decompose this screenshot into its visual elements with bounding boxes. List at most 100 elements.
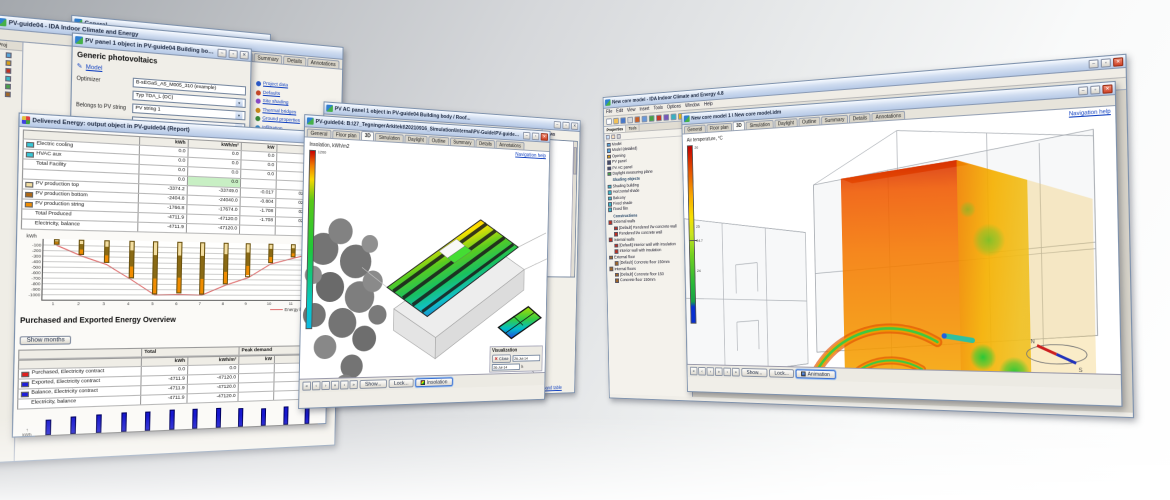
paging-button[interactable]: › — [321, 380, 330, 391]
toolbar-icon[interactable] — [606, 117, 612, 125]
menu-item[interactable]: Tools — [653, 105, 663, 111]
menu-item[interactable]: View — [627, 107, 636, 113]
toolbar-icon[interactable] — [627, 116, 633, 124]
paging-button[interactable]: ‹ — [698, 366, 706, 376]
tab[interactable]: Summary — [449, 137, 475, 147]
paging-button[interactable]: » — [714, 367, 723, 377]
date-to-field[interactable]: 26-Jul-14 — [491, 363, 520, 371]
minimize-button[interactable]: – — [1088, 58, 1099, 69]
close-visualization-button[interactable]: ✕ Close — [491, 354, 512, 364]
toolbar-icon[interactable] — [641, 115, 648, 122]
lock-button[interactable]: Lock... — [388, 378, 414, 389]
paging-button[interactable]: » — [731, 367, 740, 377]
tab[interactable]: Outline — [428, 136, 450, 146]
toolbar-icon[interactable] — [648, 114, 655, 122]
maximize-button[interactable]: ▫ — [1100, 57, 1111, 68]
show-button[interactable]: Show... — [359, 379, 388, 389]
close-icon[interactable]: ✕ — [1102, 83, 1113, 94]
field-label: Optimizer — [76, 74, 101, 84]
toolbar-icon[interactable] — [656, 114, 662, 121]
menu-item[interactable]: Options — [667, 104, 681, 111]
menu-item[interactable]: File — [606, 109, 612, 115]
toolbar-icon[interactable] — [613, 117, 619, 125]
palette-icon[interactable] — [4, 91, 11, 98]
maximize-button[interactable]: ▫ — [531, 131, 540, 140]
toolbar-icon[interactable] — [620, 116, 626, 124]
object-icon — [614, 243, 618, 248]
model-link[interactable]: Model — [86, 64, 103, 72]
toolbar-icon[interactable] — [670, 112, 677, 120]
new-object-icon[interactable] — [605, 134, 610, 140]
insolation-toggle-button[interactable]: Insolation — [415, 377, 453, 388]
paging-button[interactable]: » — [330, 380, 340, 390]
general-link[interactable]: Site shading — [263, 99, 289, 106]
paging-button[interactable]: › — [706, 367, 715, 376]
palette-tab[interactable]: Proj — [0, 40, 23, 52]
minimize-button[interactable]: – — [553, 120, 561, 129]
toolbar-icon[interactable] — [663, 113, 670, 121]
object-icon — [607, 190, 612, 195]
paging-button[interactable]: « — [302, 381, 312, 391]
tab[interactable]: Details — [848, 113, 872, 123]
y-axis-label: ↑ kWh — [22, 427, 32, 438]
palette-icon[interactable] — [5, 75, 12, 82]
palette-icon[interactable] — [5, 67, 12, 74]
close-icon[interactable]: ✕ — [540, 132, 549, 141]
palette-icon[interactable] — [5, 83, 11, 90]
minimize-button[interactable]: – — [217, 48, 227, 58]
tab[interactable]: 3D — [732, 120, 746, 131]
general-link[interactable]: Defaults — [263, 90, 280, 96]
maximize-button[interactable]: ▫ — [562, 121, 570, 130]
air-temperature-3d-view[interactable]: Navigation help Air temperature, °C 26 25… — [682, 106, 1122, 390]
delivered-energy-table: kWh kWh/m² kW Time Electric cooling 0.0 … — [20, 129, 330, 237]
scale-label: Insolation, kWh/m2 — [309, 141, 350, 150]
maximize-button[interactable]: ▫ — [228, 49, 238, 59]
paging-button[interactable]: « — [689, 366, 698, 376]
open-object-icon[interactable] — [611, 134, 616, 140]
paging-button[interactable]: › — [723, 367, 732, 377]
paging-button[interactable]: ‹ — [311, 381, 321, 391]
export-bar — [168, 409, 175, 430]
general-link[interactable]: Ground properties — [262, 116, 300, 124]
tab[interactable]: Details — [475, 139, 496, 148]
tab[interactable]: Floor plan — [332, 130, 361, 140]
animation-button[interactable]: Animation — [795, 369, 836, 380]
tab[interactable]: 3D — [361, 130, 375, 141]
close-icon[interactable]: ✕ — [571, 121, 579, 130]
export-bar — [215, 408, 222, 428]
close-icon[interactable]: ✕ — [239, 50, 249, 60]
general-link[interactable]: Project data — [263, 81, 288, 88]
insolation-3d-view[interactable]: Navigation help Insolation, kWh/m2 1200 — [299, 137, 550, 393]
tab[interactable]: Daylight — [774, 118, 798, 128]
air-temperature-scale: Air temperature, °C 26 25 24.7 24 — [687, 136, 727, 324]
menu-item[interactable]: Insert — [639, 106, 649, 112]
scrollbar-thumb[interactable] — [573, 147, 577, 175]
lock-button[interactable]: Lock... — [769, 368, 795, 379]
palette-tab[interactable]: Tools — [626, 124, 640, 132]
link-icon — [256, 80, 262, 87]
palette-icon[interactable] — [5, 60, 12, 67]
minimize-button[interactable]: – — [1078, 85, 1089, 95]
tab[interactable]: General — [306, 128, 332, 138]
maximize-button[interactable]: ▫ — [1090, 84, 1101, 95]
show-button[interactable]: Show... — [741, 367, 768, 378]
toolbar-icon[interactable] — [634, 115, 641, 123]
menu-item[interactable]: Edit — [616, 108, 623, 114]
export-bar — [238, 407, 244, 427]
general-link[interactable]: Thermal bridges — [262, 108, 296, 115]
scrollbar[interactable] — [570, 141, 578, 277]
palette-icon[interactable] — [5, 52, 12, 59]
menu-item[interactable]: Help — [704, 101, 713, 107]
palette-item[interactable]: Concrete floor 150mm — [607, 277, 690, 284]
close-icon[interactable]: ✕ — [1112, 56, 1124, 67]
menu-item[interactable]: Window — [685, 102, 700, 109]
date-from-field[interactable]: 26-Jul-14 — [512, 354, 541, 362]
tab[interactable]: Daylight — [404, 134, 428, 144]
tab[interactable]: General — [684, 124, 706, 134]
refresh-icon[interactable] — [616, 134, 621, 139]
paging-button[interactable]: » — [349, 380, 358, 390]
paging-button[interactable]: › — [340, 380, 349, 390]
minimize-button[interactable]: – — [522, 131, 531, 140]
tab[interactable]: Outline — [798, 116, 821, 126]
show-months-button[interactable]: Show months — [19, 335, 72, 346]
